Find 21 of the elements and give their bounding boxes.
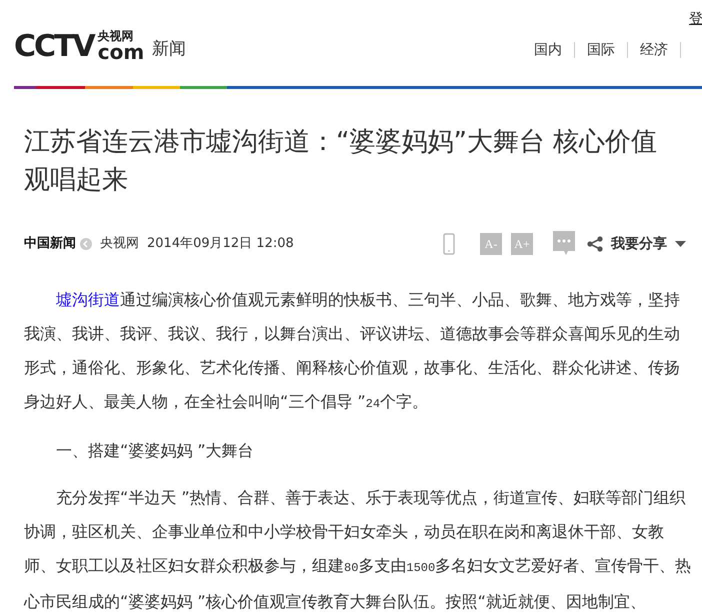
source-name: 中国新闻 — [24, 234, 76, 254]
publish-date: 2014年09月12日 12:08 — [147, 235, 294, 254]
body-paragraph: 墟沟街道通过编演核心价值观元素鲜明的快板书、三句半、小品、歌舞、地方戏等，坚持我演、我讲、我评、我议、我行，以舞台演出、评议讲坛、道德故事会等群众喜闻乐见的生动形式，通俗化、形象化、艺术化传播、阐释核心价值观，故事化、生活化、群众化讲述、传扬身边好人、最美人物，在全社会叫响“三个倡导 ”24个字。 — [24, 289, 681, 413]
share-icon[interactable] — [587, 236, 603, 252]
mobile-icon[interactable] — [443, 233, 455, 255]
article-title: 江苏省连云港市墟沟街道：“婆婆妈妈”大舞台 核心价值观唱起来 — [24, 126, 658, 197]
section-heading: 一、搭建“婆婆妈妈 ”大舞台 — [55, 440, 255, 462]
section-name: 新闻 — [152, 38, 186, 60]
logo-chinese-name: 央视网 — [98, 30, 135, 42]
nav-link[interactable]: 国内 — [534, 42, 575, 58]
share-button[interactable]: 我要分享 — [611, 234, 667, 254]
logo-domain: com — [98, 42, 144, 62]
place-link[interactable]: 墟沟街道 — [56, 290, 120, 309]
back-icon[interactable] — [80, 238, 92, 250]
body-paragraph: 充分发挥“半边天 ”热情、合群、善于表达、乐于表现等优点，街道宣传、妇联等部门组织协调，驻区机关、企事业单位和中小学校骨干妇女牵头，动员在职在岗和离退休干部、女教师、女职工以及社区妇女群众积极参与，组建80多支由1500多名妇女文艺爱好者、宣传骨干、热心市民组成的“婆婆妈妈 ”核心价值观宣传教育大舞台队伍。按照“就近就便、因地制宜、 — [24, 487, 692, 613]
caret-icon[interactable] — [675, 240, 686, 248]
origin-name: 央视网 — [100, 235, 139, 254]
logo-mark: CCTV — [14, 32, 94, 62]
comment-icon[interactable] — [553, 231, 575, 257]
nav-link[interactable]: 国际 — [575, 42, 628, 58]
nav-link[interactable]: 经济 — [628, 42, 681, 58]
